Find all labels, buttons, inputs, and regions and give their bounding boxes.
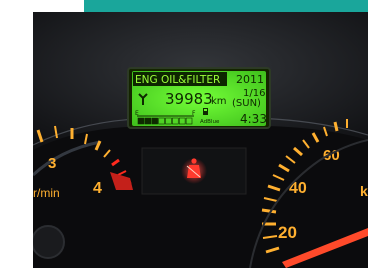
dashboard-photo: ENG OIL&FILTER 2011 39983 km 1/16 (SUN) … — [0, 0, 368, 268]
fuel-segment — [144, 117, 152, 125]
speed-tick — [261, 208, 277, 214]
year-text: 2011 — [236, 73, 264, 86]
fuel-segment — [151, 117, 158, 125]
weekday-text: (SUN) — [232, 98, 261, 109]
tach-label-3: 3 — [48, 155, 56, 172]
tach-label-4: 4 — [93, 180, 102, 197]
tach-unit-label: r/min — [33, 186, 60, 200]
speed-label-60: 60 — [323, 147, 340, 164]
fuel-pump-icon — [203, 108, 208, 115]
fuel-segment — [137, 117, 145, 125]
seatbelt-warning-icon — [141, 147, 247, 195]
adblue-label: AdBlue — [200, 119, 220, 125]
message-text: ENG OIL&FILTER — [135, 74, 220, 86]
speed-label-40: 40 — [289, 180, 307, 197]
odometer-value: 39983 — [165, 90, 213, 108]
tach-needle-hub — [31, 225, 65, 259]
speed-label-20: 20 — [278, 223, 297, 242]
lcd-display: ENG OIL&FILTER 2011 39983 km 1/16 (SUN) … — [127, 67, 271, 129]
speed-edge-label: k — [360, 183, 368, 199]
odometer-unit: km — [211, 96, 227, 107]
teal-bar — [84, 0, 368, 12]
time-text: 4:33 — [240, 112, 267, 126]
speed-tick — [333, 121, 339, 132]
